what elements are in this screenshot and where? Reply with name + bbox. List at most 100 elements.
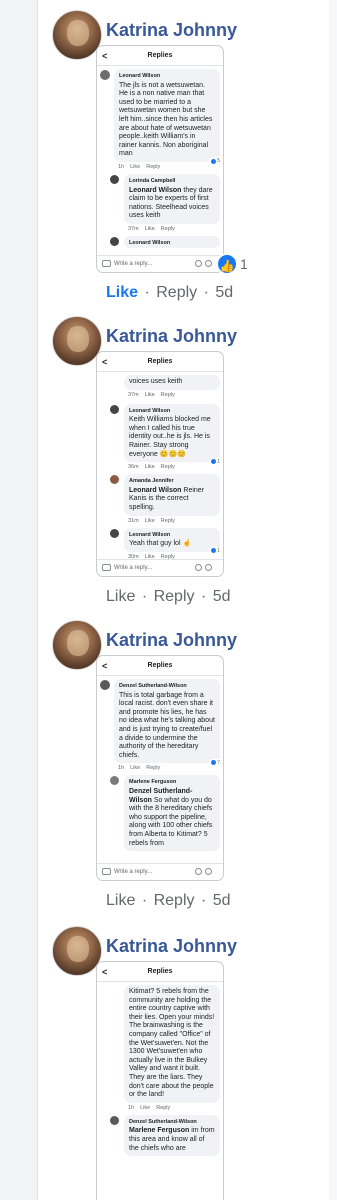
back-arrow-icon: < <box>102 357 108 367</box>
comment-text: Keith Williams blocked me when I called … <box>129 416 211 458</box>
comment-actions: Like · Reply · 5d <box>106 892 233 910</box>
comment-author: Denzel Sutherland-Wilson <box>129 1118 197 1125</box>
like-button[interactable]: Like <box>106 892 135 909</box>
avatar <box>110 776 119 786</box>
like-button[interactable]: Like <box>106 588 135 605</box>
reply-link[interactable]: Reply <box>146 765 160 771</box>
camera-icon <box>102 260 111 267</box>
reply-button[interactable]: Reply <box>154 892 195 909</box>
mention: Leonard Wilson <box>129 186 182 194</box>
like-link[interactable]: Like <box>130 765 140 771</box>
timestamp: 37m <box>128 225 139 232</box>
timestamp: 37m <box>128 391 139 398</box>
emoji-icon <box>205 260 212 267</box>
like-reaction-icon[interactable]: 👍 <box>216 253 238 275</box>
avatar <box>110 528 119 538</box>
list-item: Denzel Sutherland-Wilson This is total g… <box>100 679 222 772</box>
replies-title: Replies <box>147 968 173 975</box>
separator: · <box>203 284 209 301</box>
right-edge <box>329 0 337 1200</box>
screenshot-image[interactable]: < Replies Kitimat? 5 rebels from the com… <box>96 961 224 1200</box>
commenter-name[interactable]: Katrina Johnny <box>106 20 237 41</box>
reply-input[interactable]: Write a reply... <box>114 563 192 573</box>
comment-text: The jls is not a wetsuwetan. He is a non… <box>119 81 213 158</box>
reply-link[interactable]: Reply <box>161 518 175 524</box>
timestamp: 5d <box>212 588 231 605</box>
list-item: voices uses keith 37m Like Reply <box>110 375 220 399</box>
commenter-name[interactable]: Katrina Johnny <box>106 326 237 347</box>
like-link[interactable]: Like <box>140 1105 150 1111</box>
timestamp: 1h <box>118 163 125 170</box>
gif-icon <box>195 564 202 571</box>
screenshot-image[interactable]: < Replies Denzel Sutherland-Wilson This … <box>96 655 224 881</box>
camera-icon <box>102 868 111 875</box>
avatar <box>110 174 119 184</box>
emoji-icon <box>205 564 212 571</box>
replies-header: < Replies <box>97 962 223 982</box>
reply-composer: Write a reply... <box>97 559 223 576</box>
reaction-count: 1 <box>208 457 222 467</box>
timestamp: 1h <box>128 1104 135 1111</box>
like-link[interactable]: Like <box>145 518 155 524</box>
reaction-count: 5 <box>208 157 222 166</box>
camera-icon <box>102 564 111 571</box>
list-item: Leonard Wilson The jls is not a wetsuwet… <box>100 69 222 171</box>
list-item: Leonard Wilson <box>110 235 220 248</box>
separator: · <box>144 284 150 301</box>
comment-author: Leonard Wilson <box>129 407 171 414</box>
replies-header: < Replies <box>97 656 223 676</box>
comment-text: So what do you do with the 8 hereditary … <box>129 796 213 847</box>
comment-actions: Like · Reply · 5d <box>106 284 235 302</box>
reply-link[interactable]: Reply <box>161 392 175 398</box>
reaction-count: 1 <box>208 547 222 556</box>
timestamp: 1h <box>118 765 125 772</box>
avatar <box>100 70 110 80</box>
mention: Marlene Ferguson <box>129 1127 190 1135</box>
avatar[interactable] <box>52 620 102 670</box>
replies-header: < Replies <box>97 46 223 66</box>
avatar <box>110 236 119 246</box>
like-link[interactable]: Like <box>145 392 155 398</box>
reply-link[interactable]: Reply <box>156 1105 170 1111</box>
reaction-count[interactable]: 1 <box>240 256 248 272</box>
comment-author: Denzel Sutherland-Wilson <box>119 683 187 689</box>
like-button[interactable]: Like <box>106 284 138 301</box>
separator: · <box>141 588 148 605</box>
commenter-name[interactable]: Katrina Johnny <box>106 936 237 957</box>
replies-title: Replies <box>147 52 173 59</box>
list-item: Lorinda Campbell Leonard Wilson they dar… <box>110 173 220 233</box>
reply-button[interactable]: Reply <box>154 588 195 605</box>
avatar[interactable] <box>52 10 102 60</box>
separator: · <box>200 892 207 909</box>
reply-input[interactable]: Write a reply... <box>114 867 192 877</box>
reply-composer: Write a reply... <box>97 863 223 880</box>
reply-link[interactable]: Reply <box>161 226 175 232</box>
comment-text: Kitimat? 5 rebels from the community are… <box>129 988 215 1099</box>
like-link[interactable]: Like <box>145 464 155 470</box>
avatar <box>110 404 119 414</box>
screenshot-image[interactable]: < Replies voices uses keith 37m Like Reply… <box>96 351 224 577</box>
timestamp: 5d <box>212 892 231 909</box>
reply-input[interactable]: Write a reply... <box>114 259 192 269</box>
like-link[interactable]: Like <box>130 164 140 170</box>
mention: Leonard Wilson <box>129 486 182 494</box>
avatar[interactable] <box>52 926 102 976</box>
replies-title: Replies <box>147 662 173 669</box>
comment-text: This is total garbage from a local racis… <box>119 691 215 759</box>
reply-link[interactable]: Reply <box>146 164 160 170</box>
list-item: Leonard Wilson Keith Williams blocked me… <box>110 403 222 472</box>
avatar[interactable] <box>52 316 102 366</box>
commenter-name[interactable]: Katrina Johnny <box>106 630 237 651</box>
back-arrow-icon: < <box>102 51 108 61</box>
timestamp: 31m <box>128 517 139 524</box>
reply-button[interactable]: Reply <box>156 284 197 301</box>
screenshot-image[interactable]: < Replies Leonard Wilson The jls is not … <box>96 45 224 273</box>
comment-author: Marlene Ferguson <box>129 779 177 786</box>
like-link[interactable]: Like <box>145 226 155 232</box>
avatar <box>110 475 119 485</box>
list-item: Denzel Sutherland-Wilson Marlene Ferguso… <box>110 1114 220 1157</box>
emoji-icon <box>205 868 212 875</box>
comment-author: Leonard Wilson <box>129 239 171 246</box>
reply-link[interactable]: Reply <box>161 464 175 470</box>
back-arrow-icon: < <box>102 967 108 977</box>
